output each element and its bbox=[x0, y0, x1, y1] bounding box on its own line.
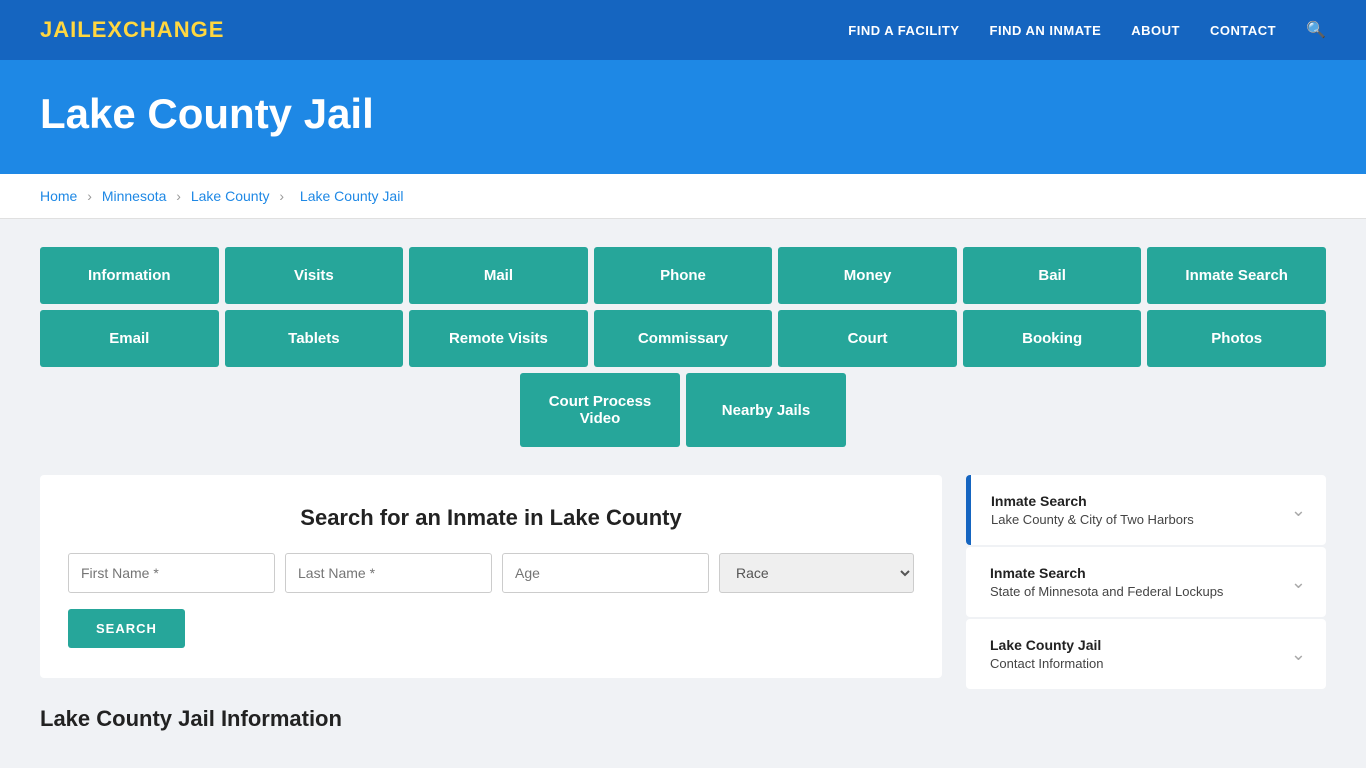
button-grid-row3: Court Process Video Nearby Jails bbox=[40, 373, 1326, 447]
search-title: Search for an Inmate in Lake County bbox=[68, 505, 914, 531]
logo: JAILEXCHANGE bbox=[40, 17, 224, 43]
logo-jail: JAIL bbox=[40, 17, 92, 42]
sidebar-card-inmate-search-local[interactable]: Inmate Search Lake County & City of Two … bbox=[966, 475, 1326, 545]
sidebar-card-text-2: Lake County Jail Contact Information bbox=[990, 637, 1103, 671]
btn-inmate-search[interactable]: Inmate Search bbox=[1147, 247, 1326, 304]
hero-section: Lake County Jail bbox=[0, 60, 1366, 174]
btn-bail[interactable]: Bail bbox=[963, 247, 1142, 304]
nav-find-inmate[interactable]: FIND AN INMATE bbox=[990, 23, 1102, 38]
btn-mail[interactable]: Mail bbox=[409, 247, 588, 304]
sidebar-card-inmate-search-state[interactable]: Inmate Search State of Minnesota and Fed… bbox=[966, 547, 1326, 617]
search-fields: Race White Black Hispanic Asian Other bbox=[68, 553, 914, 593]
btn-money[interactable]: Money bbox=[778, 247, 957, 304]
chevron-down-icon-2: ⌄ bbox=[1291, 644, 1306, 665]
btn-court-process-video[interactable]: Court Process Video bbox=[520, 373, 680, 447]
btn-court[interactable]: Court bbox=[778, 310, 957, 367]
sidebar-card-contact-info[interactable]: Lake County Jail Contact Information ⌄ bbox=[966, 619, 1326, 689]
logo-exchange: EXCHANGE bbox=[92, 17, 225, 42]
breadcrumb: Home › Minnesota › Lake County › Lake Co… bbox=[0, 174, 1366, 219]
nav-about[interactable]: ABOUT bbox=[1131, 23, 1180, 38]
sidebar: Inmate Search Lake County & City of Two … bbox=[966, 475, 1326, 738]
breadcrumb-minnesota[interactable]: Minnesota bbox=[102, 188, 167, 204]
btn-nearby-jails[interactable]: Nearby Jails bbox=[686, 373, 846, 447]
btn-phone[interactable]: Phone bbox=[594, 247, 773, 304]
breadcrumb-lake-county[interactable]: Lake County bbox=[191, 188, 270, 204]
button-grid-row2: Email Tablets Remote Visits Commissary C… bbox=[40, 310, 1326, 367]
btn-visits[interactable]: Visits bbox=[225, 247, 404, 304]
nav-contact[interactable]: CONTACT bbox=[1210, 23, 1276, 38]
chevron-down-icon-1: ⌄ bbox=[1291, 572, 1306, 593]
age-input[interactable] bbox=[502, 553, 709, 593]
page-title: Lake County Jail bbox=[40, 90, 1326, 138]
first-name-input[interactable] bbox=[68, 553, 275, 593]
breadcrumb-sep-1: › bbox=[87, 188, 92, 204]
nav-find-facility[interactable]: FIND A FACILITY bbox=[848, 23, 959, 38]
main-content: Information Visits Mail Phone Money Bail… bbox=[0, 219, 1366, 766]
last-name-input[interactable] bbox=[285, 553, 492, 593]
chevron-down-icon-0: ⌄ bbox=[1291, 500, 1306, 521]
left-panel: Search for an Inmate in Lake County Race… bbox=[40, 475, 942, 738]
info-section-title: Lake County Jail Information bbox=[40, 706, 942, 738]
btn-booking[interactable]: Booking bbox=[963, 310, 1142, 367]
content-area: Search for an Inmate in Lake County Race… bbox=[40, 475, 1326, 738]
main-nav: FIND A FACILITY FIND AN INMATE ABOUT CON… bbox=[848, 20, 1326, 40]
breadcrumb-sep-2: › bbox=[176, 188, 181, 204]
search-button[interactable]: SEARCH bbox=[68, 609, 185, 648]
breadcrumb-current: Lake County Jail bbox=[300, 188, 404, 204]
btn-tablets[interactable]: Tablets bbox=[225, 310, 404, 367]
btn-commissary[interactable]: Commissary bbox=[594, 310, 773, 367]
sidebar-card-sub-1: State of Minnesota and Federal Lockups bbox=[990, 584, 1223, 599]
button-grid-row1: Information Visits Mail Phone Money Bail… bbox=[40, 247, 1326, 304]
breadcrumb-sep-3: › bbox=[279, 188, 284, 204]
header: JAILEXCHANGE FIND A FACILITY FIND AN INM… bbox=[0, 0, 1366, 60]
sidebar-card-sub-2: Contact Information bbox=[990, 656, 1103, 671]
btn-email[interactable]: Email bbox=[40, 310, 219, 367]
sidebar-card-title-2: Lake County Jail bbox=[990, 637, 1103, 653]
btn-photos[interactable]: Photos bbox=[1147, 310, 1326, 367]
sidebar-card-title-1: Inmate Search bbox=[990, 565, 1223, 581]
search-icon[interactable]: 🔍 bbox=[1306, 20, 1326, 40]
sidebar-card-sub-0: Lake County & City of Two Harbors bbox=[991, 512, 1194, 527]
btn-remote-visits[interactable]: Remote Visits bbox=[409, 310, 588, 367]
sidebar-card-text-0: Inmate Search Lake County & City of Two … bbox=[991, 493, 1194, 527]
race-select[interactable]: Race White Black Hispanic Asian Other bbox=[719, 553, 914, 593]
btn-information[interactable]: Information bbox=[40, 247, 219, 304]
breadcrumb-home[interactable]: Home bbox=[40, 188, 77, 204]
inmate-search-box: Search for an Inmate in Lake County Race… bbox=[40, 475, 942, 678]
sidebar-card-title-0: Inmate Search bbox=[991, 493, 1194, 509]
sidebar-card-text-1: Inmate Search State of Minnesota and Fed… bbox=[990, 565, 1223, 599]
